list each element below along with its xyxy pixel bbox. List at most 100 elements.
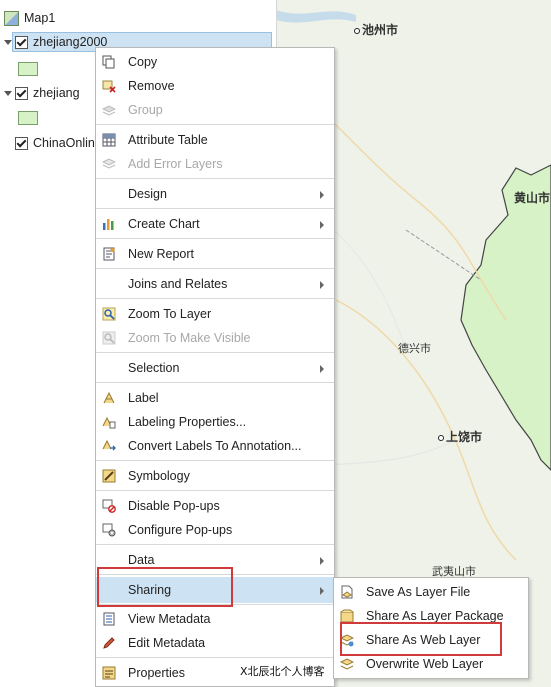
menu-item-label: Copy (128, 55, 158, 69)
submenu-arrow-icon (320, 221, 324, 229)
map-label: 池州市 (354, 21, 398, 38)
menu-separator (96, 268, 334, 269)
menu-item-label: Label (128, 391, 159, 405)
submenu-arrow-icon (320, 191, 324, 199)
menu-separator (96, 178, 334, 179)
menu-item-label: Selection (128, 361, 180, 375)
annotation-box-share-web-layer (340, 622, 502, 656)
layer-file-icon (341, 585, 353, 599)
zhejiang-polygon (460, 164, 551, 471)
menu-item-create-chart[interactable]: Create Chart (96, 212, 334, 236)
layer-name: ChinaOnlin (33, 136, 95, 150)
label-icon (103, 391, 115, 404)
visibility-checkbox[interactable] (15, 87, 28, 100)
menu-item-zoom-to-layer[interactable]: Zoom To Layer (96, 302, 334, 326)
menu-item-label: Attribute Table (128, 133, 208, 147)
menu-separator (96, 352, 334, 353)
disable-popups-icon (102, 499, 116, 513)
properties-icon (102, 666, 116, 680)
menu-item-design[interactable]: Design (96, 182, 334, 206)
menu-item-zoom-to-visible: Zoom To Make Visible (96, 326, 334, 350)
menu-separator (96, 490, 334, 491)
menu-item-label: New Report (128, 247, 194, 261)
submenu-arrow-icon (320, 587, 324, 595)
menu-separator (96, 124, 334, 125)
overwrite-web-layer-icon (340, 658, 354, 670)
annotation-box-sharing (97, 567, 233, 607)
submenu-arrow-icon (320, 557, 324, 565)
menu-item-label: Properties (128, 666, 185, 680)
menu-item-label: Add Error Layers (128, 157, 223, 171)
layer-package-icon (340, 609, 354, 623)
layer-symbol-swatch[interactable] (18, 111, 38, 125)
menu-item-edit-metadata[interactable]: Edit Metadata (96, 631, 334, 655)
zoom-layer-icon (102, 307, 116, 321)
menu-item-selection[interactable]: Selection (96, 356, 334, 380)
menu-item-labeling-properties[interactable]: Labeling Properties... (96, 410, 334, 434)
menu-item-joins-relates[interactable]: Joins and Relates (96, 272, 334, 296)
remove-layer-icon (102, 80, 116, 93)
map-label: 德兴市 (398, 343, 431, 355)
menu-item-attribute-table[interactable]: Attribute Table (96, 128, 334, 152)
menu-item-view-metadata[interactable]: View Metadata (96, 607, 334, 631)
expand-arrow-icon[interactable] (4, 91, 12, 96)
map-label: 上饶市 (438, 428, 482, 445)
menu-item-label: Symbology (128, 469, 190, 483)
menu-item-new-report[interactable]: New Report (96, 242, 334, 266)
edit-metadata-icon (103, 637, 115, 649)
layer-name: zhejiang (33, 86, 80, 100)
visibility-checkbox[interactable] (15, 137, 28, 150)
watermark: X北辰北个人博客 (240, 665, 325, 678)
chart-icon (103, 219, 114, 230)
menu-separator (96, 544, 334, 545)
error-layers-icon (102, 158, 116, 169)
configure-popups-icon (102, 523, 116, 537)
report-icon (103, 247, 115, 261)
menu-separator (96, 298, 334, 299)
labeling-properties-icon (102, 416, 116, 429)
submenu-item-save-layer-file[interactable]: Save As Layer File (334, 580, 528, 604)
menu-item-label: Remove (128, 79, 175, 93)
menu-item-label: Disable Pop-ups (128, 499, 220, 513)
menu-item-label: Labeling Properties... (128, 415, 247, 429)
menu-item-label: Convert Labels To Annotation... (128, 439, 302, 453)
zoom-visible-icon (102, 331, 116, 345)
menu-item-label: Create Chart (128, 217, 200, 231)
menu-item-label: Group (128, 103, 163, 117)
menu-separator (96, 208, 334, 209)
menu-separator (96, 460, 334, 461)
copy-icon (102, 55, 115, 69)
menu-item-convert-labels[interactable]: Convert Labels To Annotation... (96, 434, 334, 458)
group-icon (102, 105, 116, 116)
menu-item-label-toggle[interactable]: Label (96, 386, 334, 410)
menu-item-symbology[interactable]: Symbology (96, 464, 334, 488)
expand-arrow-icon[interactable] (4, 40, 12, 45)
menu-item-label: Joins and Relates (128, 277, 228, 291)
submenu-item-label: Save As Layer File (366, 585, 471, 599)
menu-separator (96, 382, 334, 383)
menu-item-label: Zoom To Make Visible (128, 331, 251, 345)
menu-separator (96, 238, 334, 239)
menu-item-label: Edit Metadata (128, 636, 206, 650)
map-name: Map1 (24, 11, 56, 25)
map-icon (4, 11, 19, 26)
menu-item-add-error-layers: Add Error Layers (96, 152, 334, 176)
submenu-arrow-icon (320, 365, 324, 373)
submenu-arrow-icon (320, 281, 324, 289)
menu-item-disable-popups[interactable]: Disable Pop-ups (96, 494, 334, 518)
menu-item-group: Group (96, 98, 334, 122)
map-label: 黄山市 (514, 191, 551, 205)
menu-separator (96, 657, 334, 658)
convert-labels-icon (102, 439, 116, 451)
layer-symbol-swatch[interactable] (18, 62, 38, 76)
menu-item-label: Zoom To Layer (128, 307, 212, 321)
menu-item-label: Configure Pop-ups (128, 523, 233, 537)
menu-item-configure-popups[interactable]: Configure Pop-ups (96, 518, 334, 542)
menu-item-remove[interactable]: Remove (96, 74, 334, 98)
menu-item-label: View Metadata (128, 612, 211, 626)
view-metadata-icon (103, 612, 115, 626)
table-icon (102, 133, 116, 147)
menu-item-copy[interactable]: Copy (96, 50, 334, 74)
symbology-icon (102, 469, 116, 483)
visibility-checkbox[interactable] (15, 36, 28, 49)
